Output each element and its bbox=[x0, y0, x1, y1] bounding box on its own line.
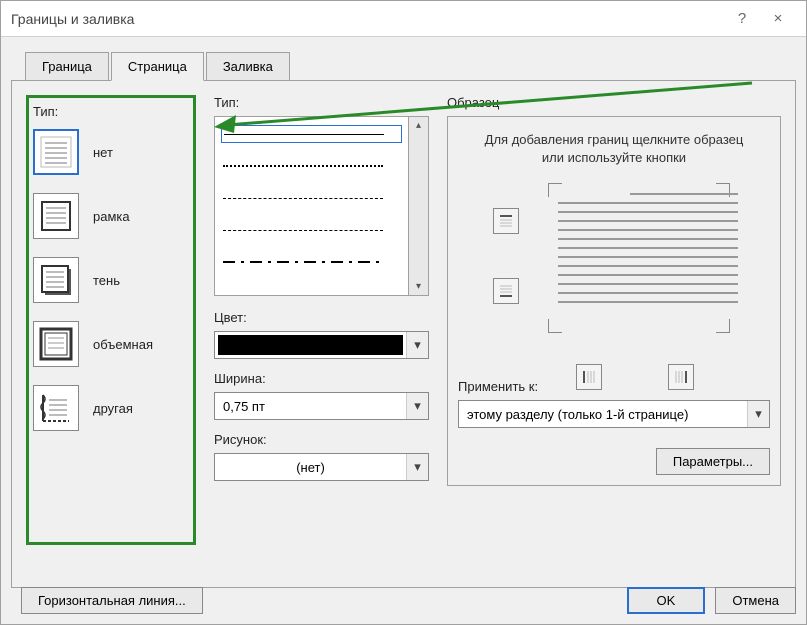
tab-page-label: Страница bbox=[128, 59, 187, 74]
line-style-solid[interactable] bbox=[221, 125, 402, 143]
type-custom-label: другая bbox=[93, 401, 133, 416]
preview-page-icon bbox=[558, 193, 738, 310]
width-value: 0,75 пт bbox=[215, 393, 406, 419]
border-top-button[interactable] bbox=[493, 208, 519, 234]
options-button[interactable]: Параметры... bbox=[656, 448, 770, 475]
border-bottom-button[interactable] bbox=[493, 278, 519, 304]
ok-button[interactable]: OK bbox=[627, 587, 706, 614]
dialog-footer: Горизонтальная линия... OK Отмена bbox=[11, 587, 796, 614]
tab-border-label: Граница bbox=[42, 59, 92, 74]
help-button[interactable]: ? bbox=[724, 10, 760, 27]
type-option-custom[interactable]: другая bbox=[33, 385, 189, 431]
preview-corner-br bbox=[716, 319, 730, 333]
type-custom-icon bbox=[33, 385, 79, 431]
dropdown-arrow-icon: ▾ bbox=[406, 393, 428, 419]
type-option-none[interactable]: нет bbox=[33, 129, 189, 175]
type-option-shadow[interactable]: тень bbox=[33, 257, 189, 303]
preview-corner-bl bbox=[548, 319, 562, 333]
horizontal-line-button[interactable]: Горизонтальная линия... bbox=[21, 587, 203, 614]
color-dropdown[interactable]: ▾ bbox=[214, 331, 429, 359]
dropdown-arrow-icon: ▾ bbox=[406, 454, 428, 480]
type-box-label: рамка bbox=[93, 209, 130, 224]
type-heading: Тип: bbox=[33, 104, 189, 119]
preview-column: Образец Для добавления границ щелкните о… bbox=[447, 95, 781, 555]
cancel-button[interactable]: Отмена bbox=[715, 587, 796, 614]
art-heading: Рисунок: bbox=[214, 432, 429, 447]
style-heading: Тип: bbox=[214, 95, 429, 110]
tab-fill[interactable]: Заливка bbox=[206, 52, 290, 81]
preview-stage[interactable] bbox=[478, 183, 750, 343]
apply-to-label: Применить к: bbox=[458, 379, 770, 394]
art-value: (нет) bbox=[215, 454, 406, 480]
apply-to-dropdown[interactable]: этому разделу (только 1-й странице) ▾ bbox=[458, 400, 770, 428]
borders-shading-dialog: Границы и заливка ? × Граница Страница З… bbox=[0, 0, 807, 625]
color-swatch bbox=[218, 335, 403, 355]
art-dropdown[interactable]: (нет) ▾ bbox=[214, 453, 429, 481]
preview-hint-text: Для добавления границ щелкните образец и… bbox=[458, 127, 770, 183]
type-box-icon bbox=[33, 193, 79, 239]
tab-border[interactable]: Граница bbox=[25, 52, 109, 81]
type-option-box[interactable]: рамка bbox=[33, 193, 189, 239]
dialog-title: Границы и заливка bbox=[11, 11, 724, 27]
line-style-scrollbar[interactable]: ▴ ▾ bbox=[408, 117, 428, 295]
line-style-dotted[interactable] bbox=[221, 157, 402, 175]
color-heading: Цвет: bbox=[214, 310, 429, 325]
line-style-dash-short[interactable] bbox=[221, 189, 402, 207]
type-column: Тип: нет рамка bbox=[26, 95, 196, 555]
type-option-3d[interactable]: объемная bbox=[33, 321, 189, 367]
dialog-body: Тип: нет рамка bbox=[11, 80, 796, 588]
width-dropdown[interactable]: 0,75 пт ▾ bbox=[214, 392, 429, 420]
line-style-dashdot[interactable] bbox=[221, 253, 402, 271]
type-none-icon bbox=[33, 129, 79, 175]
preview-panel: Для добавления границ щелкните образец и… bbox=[447, 116, 781, 486]
preview-heading: Образец bbox=[447, 95, 781, 110]
titlebar: Границы и заливка ? × bbox=[1, 1, 806, 37]
type-none-label: нет bbox=[93, 145, 113, 160]
type-shadow-label: тень bbox=[93, 273, 120, 288]
scroll-down-icon[interactable]: ▾ bbox=[416, 281, 421, 292]
tab-strip: Граница Страница Заливка bbox=[1, 37, 806, 80]
type-3d-icon bbox=[33, 321, 79, 367]
close-button[interactable]: × bbox=[760, 10, 796, 27]
type-shadow-icon bbox=[33, 257, 79, 303]
tab-fill-label: Заливка bbox=[223, 59, 273, 74]
dropdown-arrow-icon: ▾ bbox=[747, 401, 769, 427]
tab-page[interactable]: Страница bbox=[111, 52, 204, 81]
apply-to-value: этому разделу (только 1-й странице) bbox=[459, 401, 747, 427]
line-style-dash-long[interactable] bbox=[221, 221, 402, 239]
type-3d-label: объемная bbox=[93, 337, 153, 352]
annotation-highlight-box: Тип: нет рамка bbox=[26, 95, 196, 545]
dropdown-arrow-icon: ▾ bbox=[406, 332, 428, 358]
scroll-up-icon[interactable]: ▴ bbox=[416, 120, 421, 131]
width-heading: Ширина: bbox=[214, 371, 429, 386]
line-style-list: ▴ ▾ bbox=[214, 116, 429, 296]
style-column: Тип: ▴ ▾ Цвет: bbox=[214, 95, 429, 555]
